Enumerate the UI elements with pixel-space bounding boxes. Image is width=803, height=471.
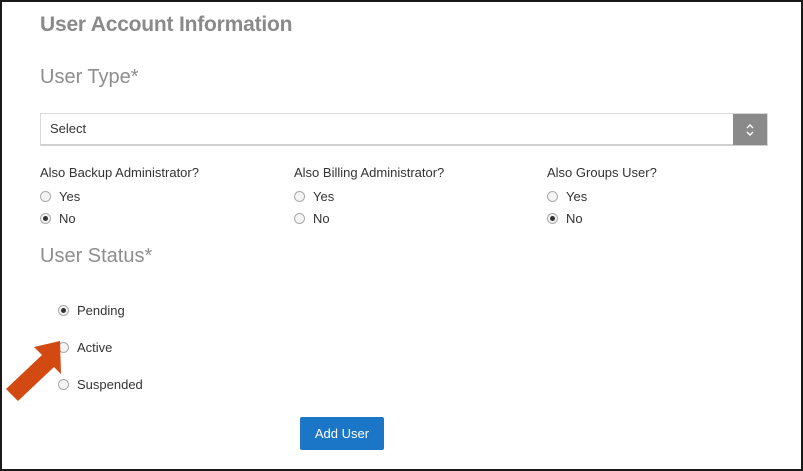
user-status-heading: User Status* [40,245,153,267]
status-pending-radio[interactable] [58,305,69,316]
groups-user-label: Also Groups User? [547,165,657,180]
backup-admin-yes-option[interactable]: Yes [40,185,199,207]
backup-admin-yes-radio[interactable] [40,190,51,202]
billing-admin-no-option[interactable]: No [294,207,444,229]
groups-user-yes-radio[interactable] [547,190,558,202]
user-type-select[interactable]: Select [40,113,768,146]
backup-admin-no-option[interactable]: No [40,207,199,229]
billing-admin-label: Also Billing Administrator? [294,165,445,180]
billing-admin-no-radio[interactable] [294,212,305,224]
status-active-label: Active [77,340,113,355]
billing-admin-group: Also Billing Administrator? Yes No [294,165,444,229]
status-suspended-option[interactable]: Suspended [58,366,143,403]
billing-admin-yes-option[interactable]: Yes [294,185,444,207]
status-active-option[interactable]: Active [58,329,143,366]
status-pending-option[interactable]: Pending [58,292,143,329]
add-user-button[interactable]: Add User [300,417,384,450]
billing-admin-yes-label: Yes [313,188,335,204]
user-type-select-value: Select [50,121,87,136]
groups-user-no-option[interactable]: No [547,207,657,229]
billing-admin-yes-radio[interactable] [294,190,305,202]
status-pending-label: Pending [77,303,125,318]
backup-admin-group: Also Backup Administrator? Yes No [40,165,199,229]
user-status-group: Pending Active Suspended [58,292,143,403]
chevron-up-down-icon[interactable] [733,114,767,145]
backup-admin-no-radio[interactable] [40,212,51,224]
groups-user-no-label: No [566,210,583,226]
status-suspended-label: Suspended [77,377,143,392]
backup-admin-yes-label: Yes [59,188,81,204]
user-type-heading: User Type* [40,66,139,88]
backup-admin-no-label: No [59,210,76,226]
arrow-pointer-icon [6,341,61,401]
groups-user-group: Also Groups User? Yes No [547,165,657,229]
page-title: User Account Information [40,13,293,36]
form-panel: User Account Information User Type* Sele… [0,0,803,471]
backup-admin-label: Also Backup Administrator? [40,165,199,180]
groups-user-no-radio[interactable] [547,212,558,224]
billing-admin-no-label: No [313,210,330,226]
groups-user-yes-option[interactable]: Yes [547,185,657,207]
groups-user-yes-label: Yes [566,188,588,204]
